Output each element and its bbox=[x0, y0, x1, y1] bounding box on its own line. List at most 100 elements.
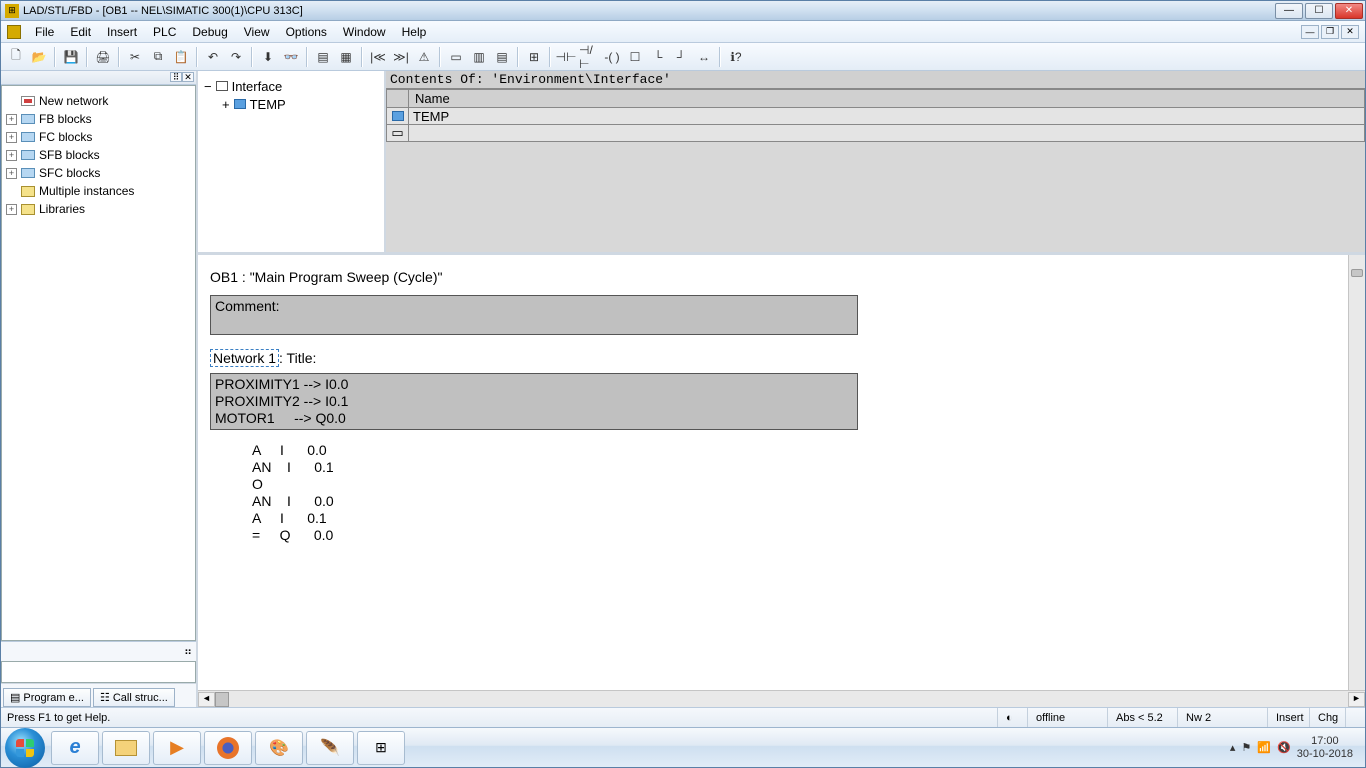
scroll-right-icon[interactable]: ► bbox=[1348, 692, 1365, 707]
menu-edit[interactable]: Edit bbox=[62, 23, 99, 41]
paste-icon[interactable]: 📋 bbox=[170, 46, 192, 68]
vertical-scrollbar[interactable] bbox=[1348, 255, 1365, 690]
tree-item-multiple-instances[interactable]: Multiple instances bbox=[6, 182, 191, 200]
network-label[interactable]: Network 1 bbox=[210, 349, 279, 367]
branch-close-icon[interactable]: ┘ bbox=[670, 46, 692, 68]
close-button[interactable]: ✕ bbox=[1335, 3, 1363, 19]
start-button[interactable] bbox=[5, 728, 45, 768]
goto-prev-icon[interactable]: |≪ bbox=[367, 46, 389, 68]
mdi-minimize-button[interactable]: — bbox=[1301, 25, 1319, 39]
tab-program-elements[interactable]: ▤Program e... bbox=[3, 688, 91, 707]
tree-item-sfc-blocks[interactable]: + SFC blocks bbox=[6, 164, 191, 182]
dock-pin-icon[interactable]: ⠿ bbox=[170, 72, 182, 82]
tray-show-hidden-icon[interactable]: ▴ bbox=[1230, 741, 1236, 754]
new-network-icon[interactable]: ⊞ bbox=[523, 46, 545, 68]
scroll-thumb[interactable] bbox=[215, 692, 229, 707]
minimize-button[interactable]: — bbox=[1275, 3, 1303, 19]
stl-code[interactable]: A I 0.0 AN I 0.1 O AN I 0.0 A I 0.1 = Q … bbox=[210, 442, 1353, 544]
search-error-icon[interactable]: ⚠ bbox=[413, 46, 435, 68]
save-icon[interactable]: 💾 bbox=[60, 46, 82, 68]
menu-file[interactable]: File bbox=[27, 23, 62, 41]
collapse-icon[interactable]: − bbox=[204, 79, 212, 94]
tray-action-center-icon[interactable]: ⚑ bbox=[1241, 741, 1251, 754]
tree-label: New network bbox=[39, 94, 108, 108]
table-row[interactable]: TEMP bbox=[387, 108, 1365, 125]
undo-icon[interactable]: ↶ bbox=[202, 46, 224, 68]
tree-item-new-network[interactable]: New network bbox=[6, 92, 191, 110]
redo-icon[interactable]: ↷ bbox=[225, 46, 247, 68]
expand-icon[interactable]: + bbox=[6, 132, 17, 143]
taskbar-app-paint[interactable]: 🎨 bbox=[255, 731, 303, 765]
menu-insert[interactable]: Insert bbox=[99, 23, 145, 41]
goto-next-icon[interactable]: ≫| bbox=[390, 46, 412, 68]
catalog-icon[interactable]: ▤ bbox=[312, 46, 334, 68]
tab-icon: ▤ bbox=[10, 691, 20, 704]
interface-root[interactable]: − Interface bbox=[204, 77, 378, 95]
mdi-system-icon[interactable] bbox=[7, 25, 21, 39]
view-overview-icon[interactable]: ▥ bbox=[468, 46, 490, 68]
tray-volume-icon[interactable]: 🔇 bbox=[1277, 741, 1291, 754]
context-help-icon[interactable]: ℹ? bbox=[725, 46, 747, 68]
menu-debug[interactable]: Debug bbox=[184, 23, 235, 41]
menu-window[interactable]: Window bbox=[335, 23, 394, 41]
taskbar-app-lightshot[interactable]: 🪶 bbox=[306, 731, 354, 765]
menu-options[interactable]: Options bbox=[278, 23, 335, 41]
dock-close-icon[interactable]: ✕ bbox=[182, 72, 194, 82]
taskbar-app-simatic[interactable]: ⊞ bbox=[357, 731, 405, 765]
interface-tree[interactable]: − Interface + TEMP bbox=[198, 71, 386, 252]
table-row[interactable]: ▭ bbox=[387, 125, 1365, 142]
tab-call-structure[interactable]: ☷Call struc... bbox=[93, 688, 175, 707]
system-tray[interactable]: ▴ ⚑ 📶 🔇 17:00 30-10-2018 bbox=[1230, 735, 1361, 761]
connection-icon[interactable]: ↔ bbox=[693, 46, 715, 68]
menu-view[interactable]: View bbox=[236, 23, 278, 41]
expand-icon[interactable]: + bbox=[222, 97, 230, 112]
copy-icon[interactable]: ⧉ bbox=[147, 46, 169, 68]
menu-plc[interactable]: PLC bbox=[145, 23, 184, 41]
tree-item-fb-blocks[interactable]: + FB blocks bbox=[6, 110, 191, 128]
tree-item-sfb-blocks[interactable]: + SFB blocks bbox=[6, 146, 191, 164]
coil-icon[interactable]: -( ) bbox=[601, 46, 623, 68]
interface-table[interactable]: Name TEMP ▭ bbox=[386, 89, 1365, 142]
expand-icon[interactable]: + bbox=[6, 204, 17, 215]
interface-pane: − Interface + TEMP Contents Of: 'Environ… bbox=[198, 71, 1365, 255]
taskbar-app-ie[interactable]: e bbox=[51, 731, 99, 765]
expand-icon[interactable]: + bbox=[6, 150, 17, 161]
mdi-close-button[interactable]: ✕ bbox=[1341, 25, 1359, 39]
taskbar-app-firefox[interactable] bbox=[204, 731, 252, 765]
contact-nc-icon[interactable]: ⊣/⊢ bbox=[578, 46, 600, 68]
network-title-line[interactable]: Network 1: Title: bbox=[210, 349, 1353, 367]
download-icon[interactable]: ⬇ bbox=[257, 46, 279, 68]
branch-open-icon[interactable]: └ bbox=[647, 46, 669, 68]
contact-no-icon[interactable]: ⊣⊢ bbox=[555, 46, 577, 68]
taskbar-app-explorer[interactable] bbox=[102, 731, 150, 765]
cut-icon[interactable]: ✂ bbox=[124, 46, 146, 68]
view-lad-icon[interactable]: ▭ bbox=[445, 46, 467, 68]
tray-clock[interactable]: 17:00 30-10-2018 bbox=[1297, 735, 1353, 761]
block-comment-box[interactable]: Comment: bbox=[210, 295, 858, 335]
print-icon[interactable]: 🖨 bbox=[92, 46, 114, 68]
mdi-restore-button[interactable]: ❐ bbox=[1321, 25, 1339, 39]
box-icon[interactable]: ☐ bbox=[624, 46, 646, 68]
tree-label: Libraries bbox=[39, 202, 85, 216]
open-icon[interactable]: 📂 bbox=[28, 46, 50, 68]
interface-temp[interactable]: + TEMP bbox=[204, 95, 378, 113]
maximize-button[interactable]: ☐ bbox=[1305, 3, 1333, 19]
menu-help[interactable]: Help bbox=[394, 23, 435, 41]
view-detail-icon[interactable]: ▤ bbox=[491, 46, 513, 68]
tree-item-fc-blocks[interactable]: + FC blocks bbox=[6, 128, 191, 146]
program-elements-tree[interactable]: New network + FB blocks + FC blocks + SF… bbox=[1, 85, 196, 641]
taskbar-app-wmp[interactable]: ▶ bbox=[153, 731, 201, 765]
monitor-icon[interactable]: 👓 bbox=[280, 46, 302, 68]
scroll-thumb[interactable] bbox=[1351, 269, 1363, 277]
stl-editor[interactable]: OB1 : "Main Program Sweep (Cycle)" Comme… bbox=[198, 255, 1365, 690]
reference-icon[interactable]: ▦ bbox=[335, 46, 357, 68]
expand-icon[interactable]: + bbox=[6, 114, 17, 125]
expand-icon[interactable]: + bbox=[6, 168, 17, 179]
new-icon[interactable]: 🗋 bbox=[5, 46, 27, 68]
horizontal-scrollbar[interactable]: ◄ ► bbox=[198, 690, 1365, 707]
left-filter-box[interactable] bbox=[1, 661, 196, 683]
tray-network-icon[interactable]: 📶 bbox=[1257, 741, 1271, 754]
network-comment-box[interactable]: PROXIMITY1 --> I0.0 PROXIMITY2 --> I0.1 … bbox=[210, 373, 858, 430]
tree-item-libraries[interactable]: + Libraries bbox=[6, 200, 191, 218]
scroll-left-icon[interactable]: ◄ bbox=[198, 692, 215, 707]
